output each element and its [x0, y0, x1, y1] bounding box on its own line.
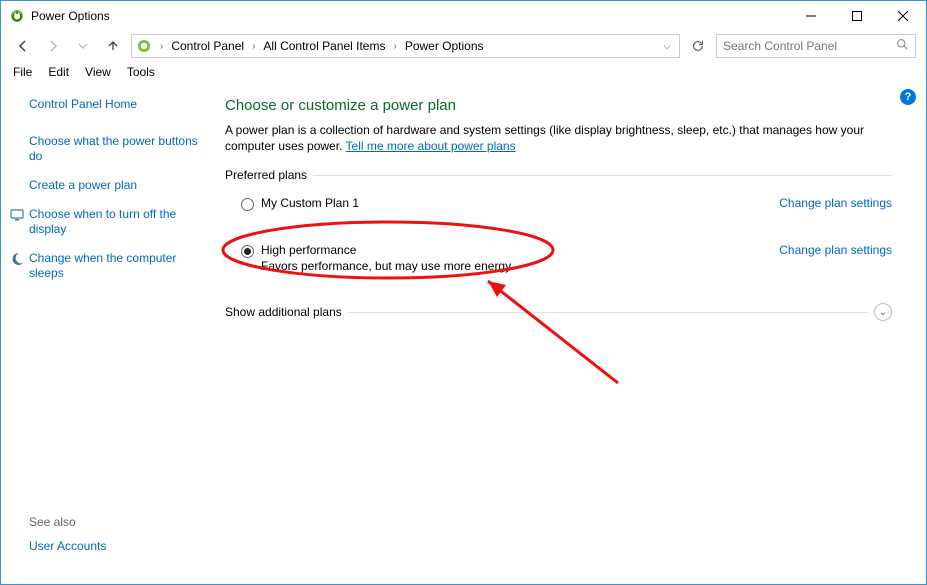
sidebar: Control Panel Home Choose what the power… [1, 83, 213, 582]
minimize-button[interactable] [788, 1, 834, 31]
power-plan-row: High performance Favors performance, but… [225, 235, 892, 281]
see-also-user-accounts[interactable]: User Accounts [29, 539, 203, 554]
search-icon[interactable] [896, 38, 909, 54]
recent-locations-button[interactable] [71, 34, 95, 58]
window-title: Power Options [31, 9, 788, 23]
search-input[interactable] [723, 39, 896, 53]
plan-description: Favors performance, but may use more ene… [261, 259, 779, 273]
breadcrumb-control-panel[interactable]: Control Panel [169, 39, 246, 53]
refresh-button[interactable] [686, 34, 710, 58]
breadcrumb-power-options[interactable]: Power Options [403, 39, 486, 53]
preferred-plans-label: Preferred plans [225, 168, 307, 182]
menu-view[interactable]: View [85, 65, 111, 79]
plan-name[interactable]: High performance [261, 243, 779, 257]
search-box[interactable] [716, 34, 916, 58]
power-options-bc-icon [136, 38, 152, 54]
plan-radio-high-performance[interactable] [241, 245, 254, 258]
forward-button[interactable] [41, 34, 65, 58]
maximize-button[interactable] [834, 1, 880, 31]
sidebar-link-turn-off-display[interactable]: Choose when to turn off the display [29, 207, 203, 237]
breadcrumb-all-items[interactable]: All Control Panel Items [261, 39, 387, 53]
page-heading: Choose or customize a power plan [225, 97, 892, 114]
title-bar: Power Options [1, 1, 926, 31]
moon-icon [9, 251, 25, 267]
control-panel-home-link[interactable]: Control Panel Home [29, 97, 203, 112]
sidebar-link-power-buttons[interactable]: Choose what the power buttons do [29, 134, 203, 164]
power-options-icon [9, 8, 25, 24]
change-plan-settings-link[interactable]: Change plan settings [779, 196, 892, 210]
display-icon [9, 207, 25, 223]
menu-tools[interactable]: Tools [127, 65, 155, 79]
page-description: A power plan is a collection of hardware… [225, 122, 892, 154]
tell-me-more-link[interactable]: Tell me more about power plans [346, 139, 516, 153]
additional-plans-label: Show additional plans [225, 305, 342, 319]
plan-name[interactable]: My Custom Plan 1 [261, 196, 779, 210]
menu-edit[interactable]: Edit [48, 65, 69, 79]
description-text: A power plan is a collection of hardware… [225, 123, 864, 153]
chevron-right-icon[interactable]: › [160, 41, 163, 52]
see-also-label: See also [29, 515, 203, 529]
separator-line [313, 175, 892, 176]
close-button[interactable] [880, 1, 926, 31]
preferred-plans-header: Preferred plans [225, 168, 892, 182]
main-panel: Choose or customize a power plan A power… [213, 83, 926, 582]
separator-line [348, 312, 868, 313]
chevron-right-icon[interactable]: › [252, 41, 255, 52]
sidebar-link-computer-sleeps[interactable]: Change when the computer sleeps [29, 251, 203, 281]
breadcrumb-history-dropdown[interactable]: ⌵ [659, 41, 675, 52]
plan-radio-my-custom[interactable] [241, 198, 254, 211]
change-plan-settings-link[interactable]: Change plan settings [779, 243, 892, 257]
content-area: ? Control Panel Home Choose what the pow… [1, 83, 926, 582]
additional-plans-header[interactable]: Show additional plans ⌄ [225, 303, 892, 321]
power-plan-row: My Custom Plan 1 Change plan settings [225, 188, 892, 219]
menu-file[interactable]: File [13, 65, 32, 79]
window-controls [788, 1, 926, 31]
chevron-right-icon[interactable]: › [393, 41, 396, 52]
menu-bar: File Edit View Tools [1, 61, 926, 83]
up-button[interactable] [101, 34, 125, 58]
back-button[interactable] [11, 34, 35, 58]
sidebar-link-create-plan[interactable]: Create a power plan [29, 178, 203, 193]
breadcrumb[interactable]: › Control Panel › All Control Panel Item… [131, 34, 680, 58]
address-bar: › Control Panel › All Control Panel Item… [1, 31, 926, 61]
expand-chevron-icon[interactable]: ⌄ [874, 303, 892, 321]
